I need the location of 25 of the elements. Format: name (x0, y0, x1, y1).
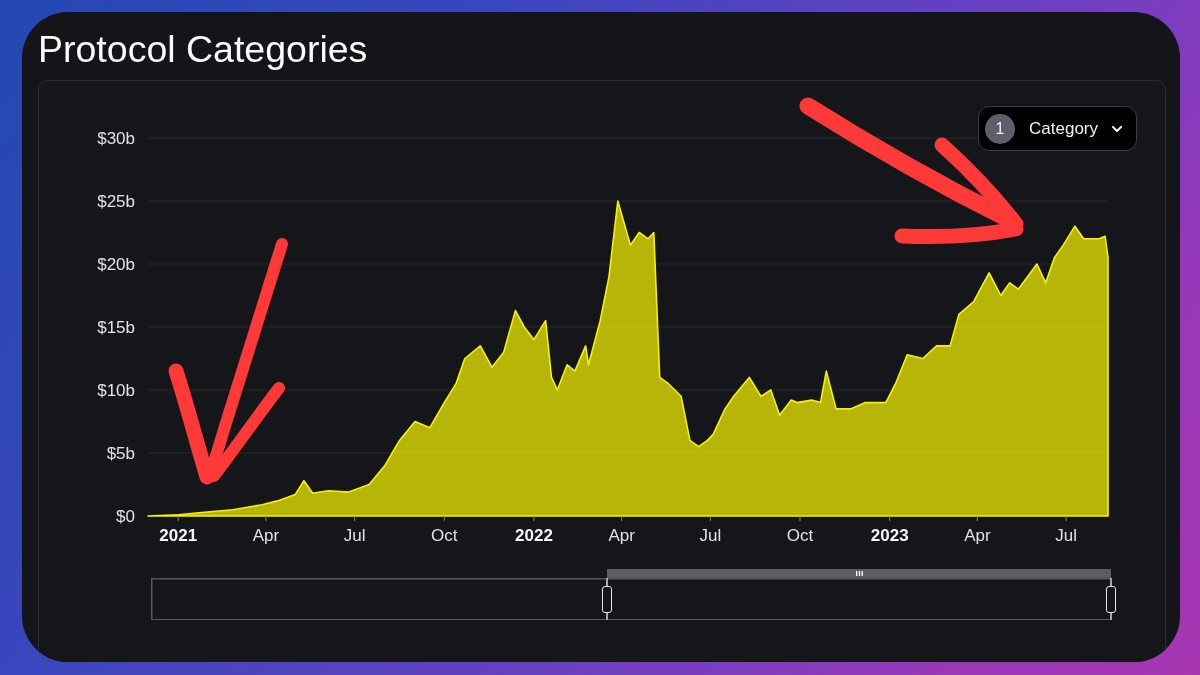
x-axis-label: Jul (699, 526, 722, 545)
x-axis-label: 2021 (159, 526, 198, 545)
chevron-down-icon (1112, 125, 1122, 132)
x-axis-label: Oct (431, 526, 458, 545)
y-axis-label: $5b (106, 444, 135, 463)
grip-icon (855, 571, 863, 576)
y-axis-label: $10b (97, 381, 135, 400)
x-axis-label: Jul (343, 526, 366, 545)
slider-handle[interactable] (1106, 578, 1116, 620)
x-axis-label: Apr (964, 526, 991, 545)
y-axis-label: $0 (116, 507, 135, 526)
x-axis-label: 2023 (870, 526, 909, 545)
x-axis-label: 2022 (515, 526, 553, 545)
y-axis-label: $25b (97, 192, 135, 211)
page-title: Protocol Categories (38, 29, 368, 69)
x-axis-label: Jul (1055, 526, 1077, 545)
y-axis-label: $30b (97, 129, 135, 148)
count-badge: 1 (985, 113, 1015, 144)
x-axis-label: Apr (608, 526, 635, 545)
y-axis-label: $15b (97, 318, 135, 337)
y-axis-label: $20b (97, 255, 135, 274)
x-axis-label: Oct (786, 526, 814, 545)
category-dropdown[interactable]: 1 Category (978, 106, 1137, 151)
x-axis-label: Apr (252, 526, 280, 545)
slider-handle[interactable] (602, 578, 612, 620)
